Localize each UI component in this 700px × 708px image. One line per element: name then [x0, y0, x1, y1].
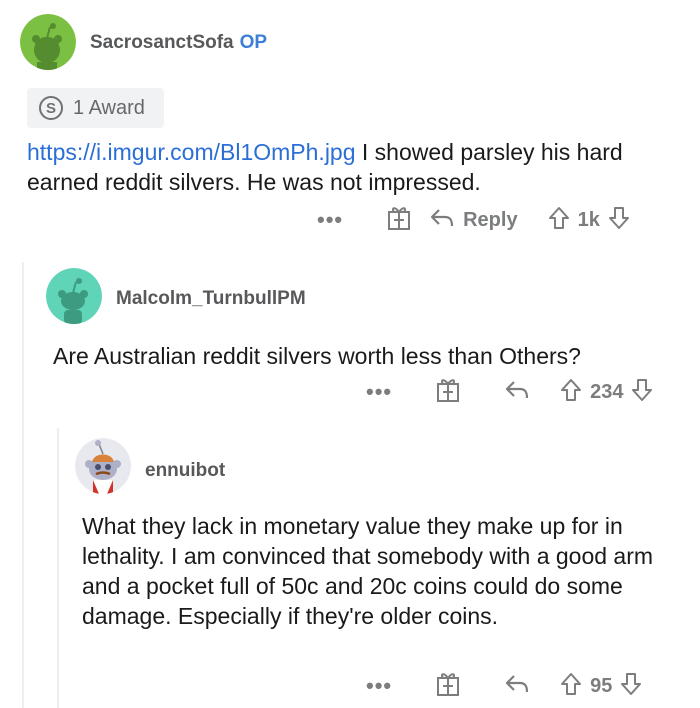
more-options-icon[interactable]: •••	[366, 675, 392, 697]
upvote-arrow-icon[interactable]	[560, 672, 582, 701]
avatar-malcolm-turnbullpm[interactable]	[46, 268, 102, 324]
more-options-icon[interactable]: •••	[366, 381, 392, 403]
comment-actions: ••• 95	[366, 671, 642, 701]
silver-award-icon: S	[39, 96, 63, 120]
downvote-arrow-icon[interactable]	[620, 672, 642, 701]
comment-body: What they lack in monetary value they ma…	[82, 513, 654, 629]
comment-body: Are Australian reddit silvers worth less…	[53, 343, 581, 369]
gift-icon[interactable]	[387, 205, 411, 236]
username[interactable]: ennuibot	[145, 460, 225, 482]
thread-line-level-1	[22, 262, 24, 708]
award-count: 1 Award	[73, 96, 145, 119]
reply-arrow-icon[interactable]	[429, 207, 455, 234]
avatar-ennuibot[interactable]	[75, 438, 131, 494]
score: 234	[590, 380, 624, 403]
reply-button[interactable]: Reply	[463, 209, 517, 232]
gift-icon[interactable]	[436, 377, 460, 408]
upvote-arrow-icon[interactable]	[560, 378, 582, 407]
score: 95	[590, 674, 613, 697]
username[interactable]: SacrosanctSofa	[90, 32, 234, 53]
comment-actions: ••• Reply 1k	[317, 205, 630, 235]
imgur-link[interactable]: https://i.imgur.com/Bl1OmPh.jpg	[27, 139, 356, 165]
op-badge: OP	[239, 32, 268, 53]
comment-author[interactable]: SacrosanctSofa OP	[90, 32, 267, 54]
score: 1k	[577, 208, 600, 231]
thread-line-level-2	[57, 428, 59, 708]
comment-body: https://i.imgur.com/Bl1OmPh.jpg I showed…	[27, 137, 677, 197]
upvote-arrow-icon[interactable]	[548, 206, 570, 235]
reply-arrow-icon[interactable]	[504, 379, 530, 406]
award-badge[interactable]: S 1 Award	[27, 88, 164, 128]
username[interactable]: Malcolm_TurnbullPM	[116, 288, 306, 310]
downvote-arrow-icon[interactable]	[631, 378, 653, 407]
comment-actions: ••• 234	[366, 377, 653, 407]
reply-arrow-icon[interactable]	[504, 673, 530, 700]
downvote-arrow-icon[interactable]	[608, 206, 630, 235]
avatar-sacrosanctsofa[interactable]	[20, 14, 76, 70]
gift-icon[interactable]	[436, 671, 460, 702]
more-options-icon[interactable]: •••	[317, 209, 343, 231]
